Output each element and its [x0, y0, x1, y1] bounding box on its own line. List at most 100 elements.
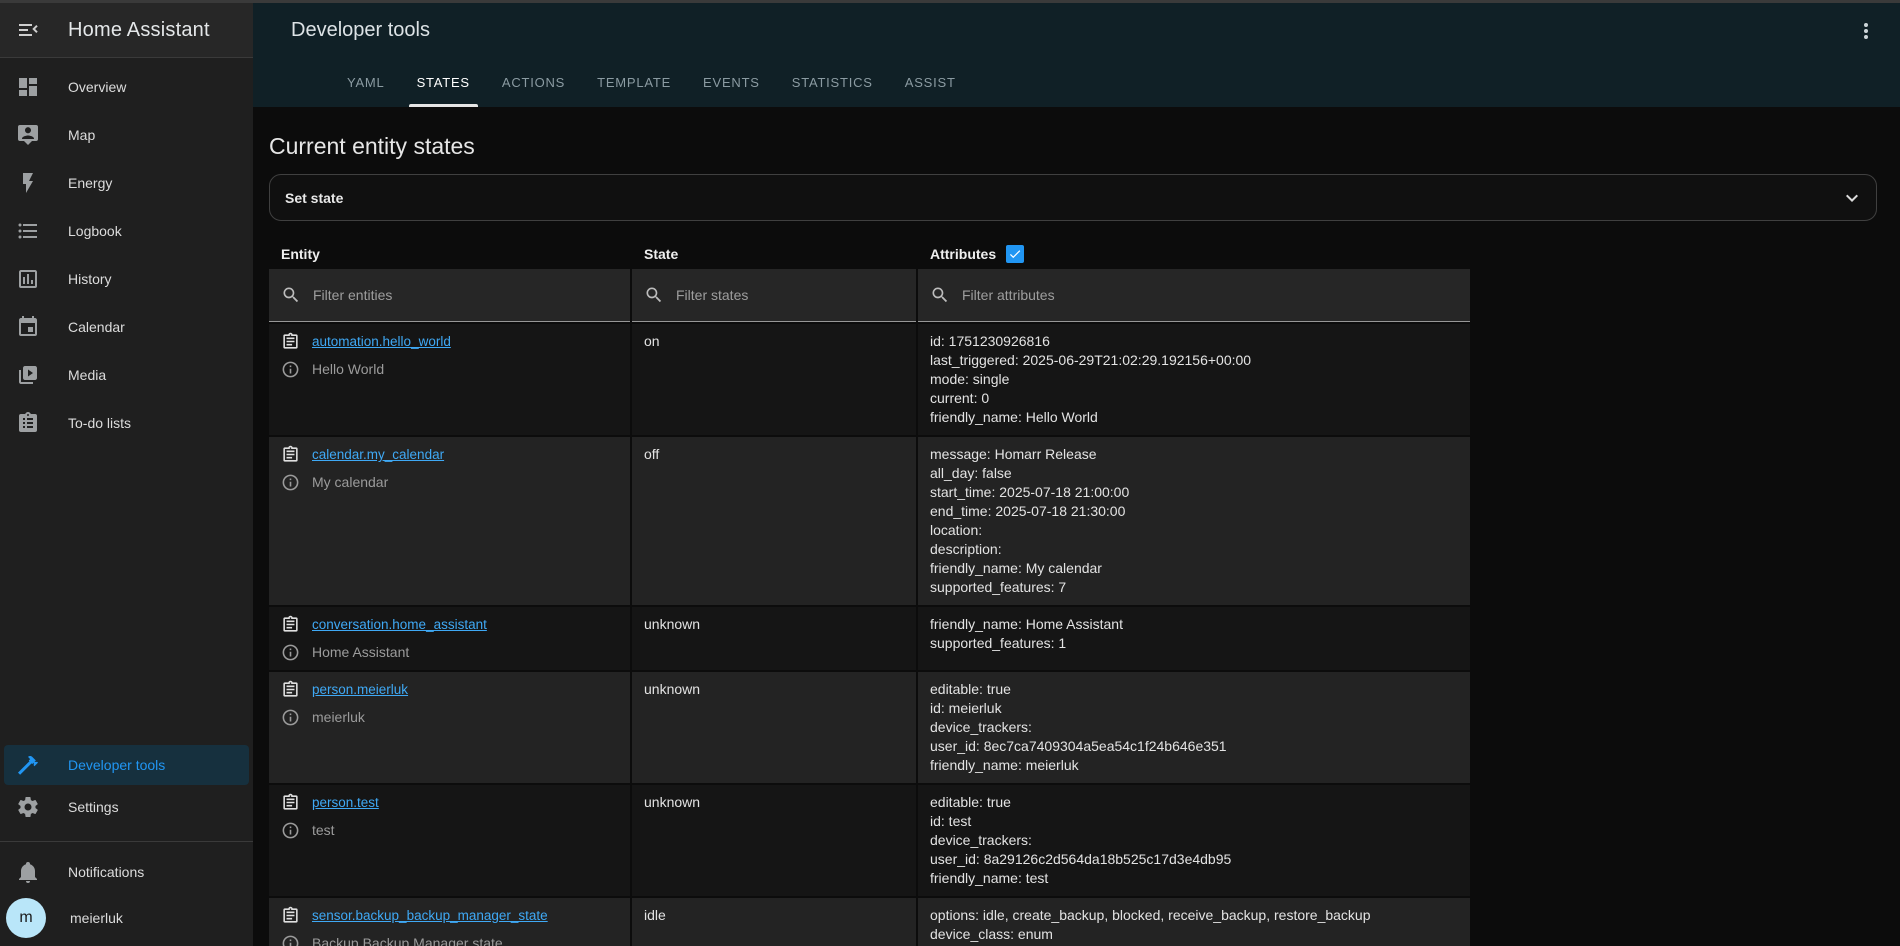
sidebar-user[interactable]: m meierluk: [6, 896, 249, 940]
entity-friendly-name: My calendar: [312, 473, 388, 492]
user-name: meierluk: [70, 910, 123, 926]
sidebar-item-label: Calendar: [68, 319, 125, 335]
attribute-line: editable: true: [930, 793, 1458, 812]
attribute-line: device_trackers:: [930, 831, 1458, 850]
info-icon[interactable]: [281, 708, 300, 727]
sidebar-item-notifications[interactable]: Notifications: [4, 852, 249, 892]
copy-entity-id-icon[interactable]: [281, 793, 300, 812]
entity-friendly-name: Backup Backup Manager state: [312, 934, 503, 946]
sidebar-item-calendar[interactable]: Calendar: [0, 303, 253, 351]
sidebar-item-settings[interactable]: Settings: [4, 787, 249, 827]
tab-events[interactable]: EVENTS: [687, 58, 776, 107]
state-value: unknown: [632, 672, 916, 783]
tab-statistics[interactable]: STATISTICS: [776, 58, 889, 107]
menu-toggle-icon[interactable]: [16, 18, 40, 42]
attributes-checkbox[interactable]: [1006, 245, 1024, 263]
attribute-line: id: 1751230926816: [930, 332, 1458, 351]
filter-states-input[interactable]: [676, 287, 904, 303]
sidebar-item-label: Energy: [68, 175, 112, 191]
table-row: sensor.backup_backup_manager_state Backu…: [269, 898, 1877, 946]
state-value: off: [632, 437, 916, 605]
table-row: person.test test unknown editable: truei…: [269, 785, 1877, 896]
tab-yaml[interactable]: YAML: [331, 58, 401, 107]
cog-icon: [16, 795, 40, 819]
attribute-line: friendly_name: My calendar: [930, 559, 1458, 578]
sidebar-item-developer-tools[interactable]: Developer tools: [4, 745, 249, 785]
hammer-icon: [16, 753, 40, 777]
attribute-line: start_time: 2025-07-18 21:00:00: [930, 483, 1458, 502]
sidebar-item-overview[interactable]: Overview: [0, 63, 253, 111]
sidebar-item-media[interactable]: Media: [0, 351, 253, 399]
entity-friendly-name: test: [312, 821, 335, 840]
info-icon[interactable]: [281, 360, 300, 379]
copy-entity-id-icon[interactable]: [281, 906, 300, 925]
search-icon: [930, 285, 950, 305]
attribute-line: description:: [930, 540, 1458, 559]
tab-actions[interactable]: ACTIONS: [486, 58, 581, 107]
entity-cell: person.test test: [269, 785, 630, 896]
attributes-cell: id: 1751230926816last_triggered: 2025-06…: [918, 324, 1470, 435]
attributes-filter[interactable]: [918, 269, 1470, 322]
sidebar-item-to-do-lists[interactable]: To-do lists: [0, 399, 253, 447]
tab-states[interactable]: STATES: [401, 58, 486, 107]
attribute-line: user_id: 8a29126c2d564da18b525c17d3e4db9…: [930, 850, 1458, 869]
tooltip-account-icon: [16, 123, 40, 147]
sidebar-item-energy[interactable]: Energy: [0, 159, 253, 207]
calendar-icon: [16, 315, 40, 339]
sidebar-divider: [0, 841, 253, 842]
sidebar-item-label: To-do lists: [68, 415, 131, 431]
sidebar-item-logbook[interactable]: Logbook: [0, 207, 253, 255]
info-icon[interactable]: [281, 473, 300, 492]
copy-entity-id-icon[interactable]: [281, 332, 300, 351]
attribute-line: friendly_name: test: [930, 869, 1458, 888]
column-header-attributes: Attributes: [918, 241, 1470, 269]
sidebar-item-label: History: [68, 271, 112, 287]
app-header: Developer tools YAMLSTATESACTIONSTEMPLAT…: [253, 3, 1900, 107]
info-icon[interactable]: [281, 643, 300, 662]
entity-link[interactable]: automation.hello_world: [312, 332, 451, 351]
attribute-line: options: idle, create_backup, blocked, r…: [930, 906, 1458, 925]
set-state-expander[interactable]: Set state: [269, 174, 1877, 221]
table-row: person.meierluk meierluk unknown editabl…: [269, 672, 1877, 783]
state-value: unknown: [632, 785, 916, 896]
table-row: automation.hello_world Hello World on id…: [269, 324, 1877, 435]
attribute-line: device_trackers:: [930, 718, 1458, 737]
clipboard-list-icon: [16, 411, 40, 435]
attribute-line: mode: single: [930, 370, 1458, 389]
tab-template[interactable]: TEMPLATE: [581, 58, 687, 107]
entity-link[interactable]: sensor.backup_backup_manager_state: [312, 906, 548, 925]
copy-entity-id-icon[interactable]: [281, 615, 300, 634]
entity-filter[interactable]: [269, 269, 630, 322]
sidebar-item-history[interactable]: History: [0, 255, 253, 303]
info-icon[interactable]: [281, 821, 300, 840]
info-icon[interactable]: [281, 934, 300, 946]
state-filter[interactable]: [632, 269, 916, 322]
filter-attributes-input[interactable]: [962, 287, 1458, 303]
sidebar-item-map[interactable]: Map: [0, 111, 253, 159]
entity-link[interactable]: person.meierluk: [312, 680, 408, 699]
entity-link[interactable]: person.test: [312, 793, 379, 812]
flash-icon: [16, 171, 40, 195]
entity-link[interactable]: calendar.my_calendar: [312, 445, 444, 464]
sidebar-item-label: Developer tools: [68, 757, 165, 773]
page-title: Developer tools: [291, 19, 430, 42]
table-header: Entity State Attributes: [269, 241, 1877, 269]
overflow-menu-icon[interactable]: [1854, 19, 1878, 43]
table-row: conversation.home_assistant Home Assista…: [269, 607, 1877, 670]
attributes-cell: friendly_name: Home Assistantsupported_f…: [918, 607, 1470, 670]
chevron-down-icon[interactable]: [1840, 186, 1864, 210]
entity-cell: calendar.my_calendar My calendar: [269, 437, 630, 605]
attribute-line: location:: [930, 521, 1458, 540]
entity-link[interactable]: conversation.home_assistant: [312, 615, 487, 634]
copy-entity-id-icon[interactable]: [281, 680, 300, 699]
state-value: unknown: [632, 607, 916, 670]
attribute-line: end_time: 2025-07-18 21:30:00: [930, 502, 1458, 521]
play-box-multiple-icon: [16, 363, 40, 387]
filter-entities-input[interactable]: [313, 287, 618, 303]
tab-assist[interactable]: ASSIST: [889, 58, 972, 107]
entity-cell: conversation.home_assistant Home Assista…: [269, 607, 630, 670]
copy-entity-id-icon[interactable]: [281, 445, 300, 464]
attribute-line: device_class: enum: [930, 925, 1458, 944]
chart-box-icon: [16, 267, 40, 291]
avatar: m: [6, 898, 46, 938]
